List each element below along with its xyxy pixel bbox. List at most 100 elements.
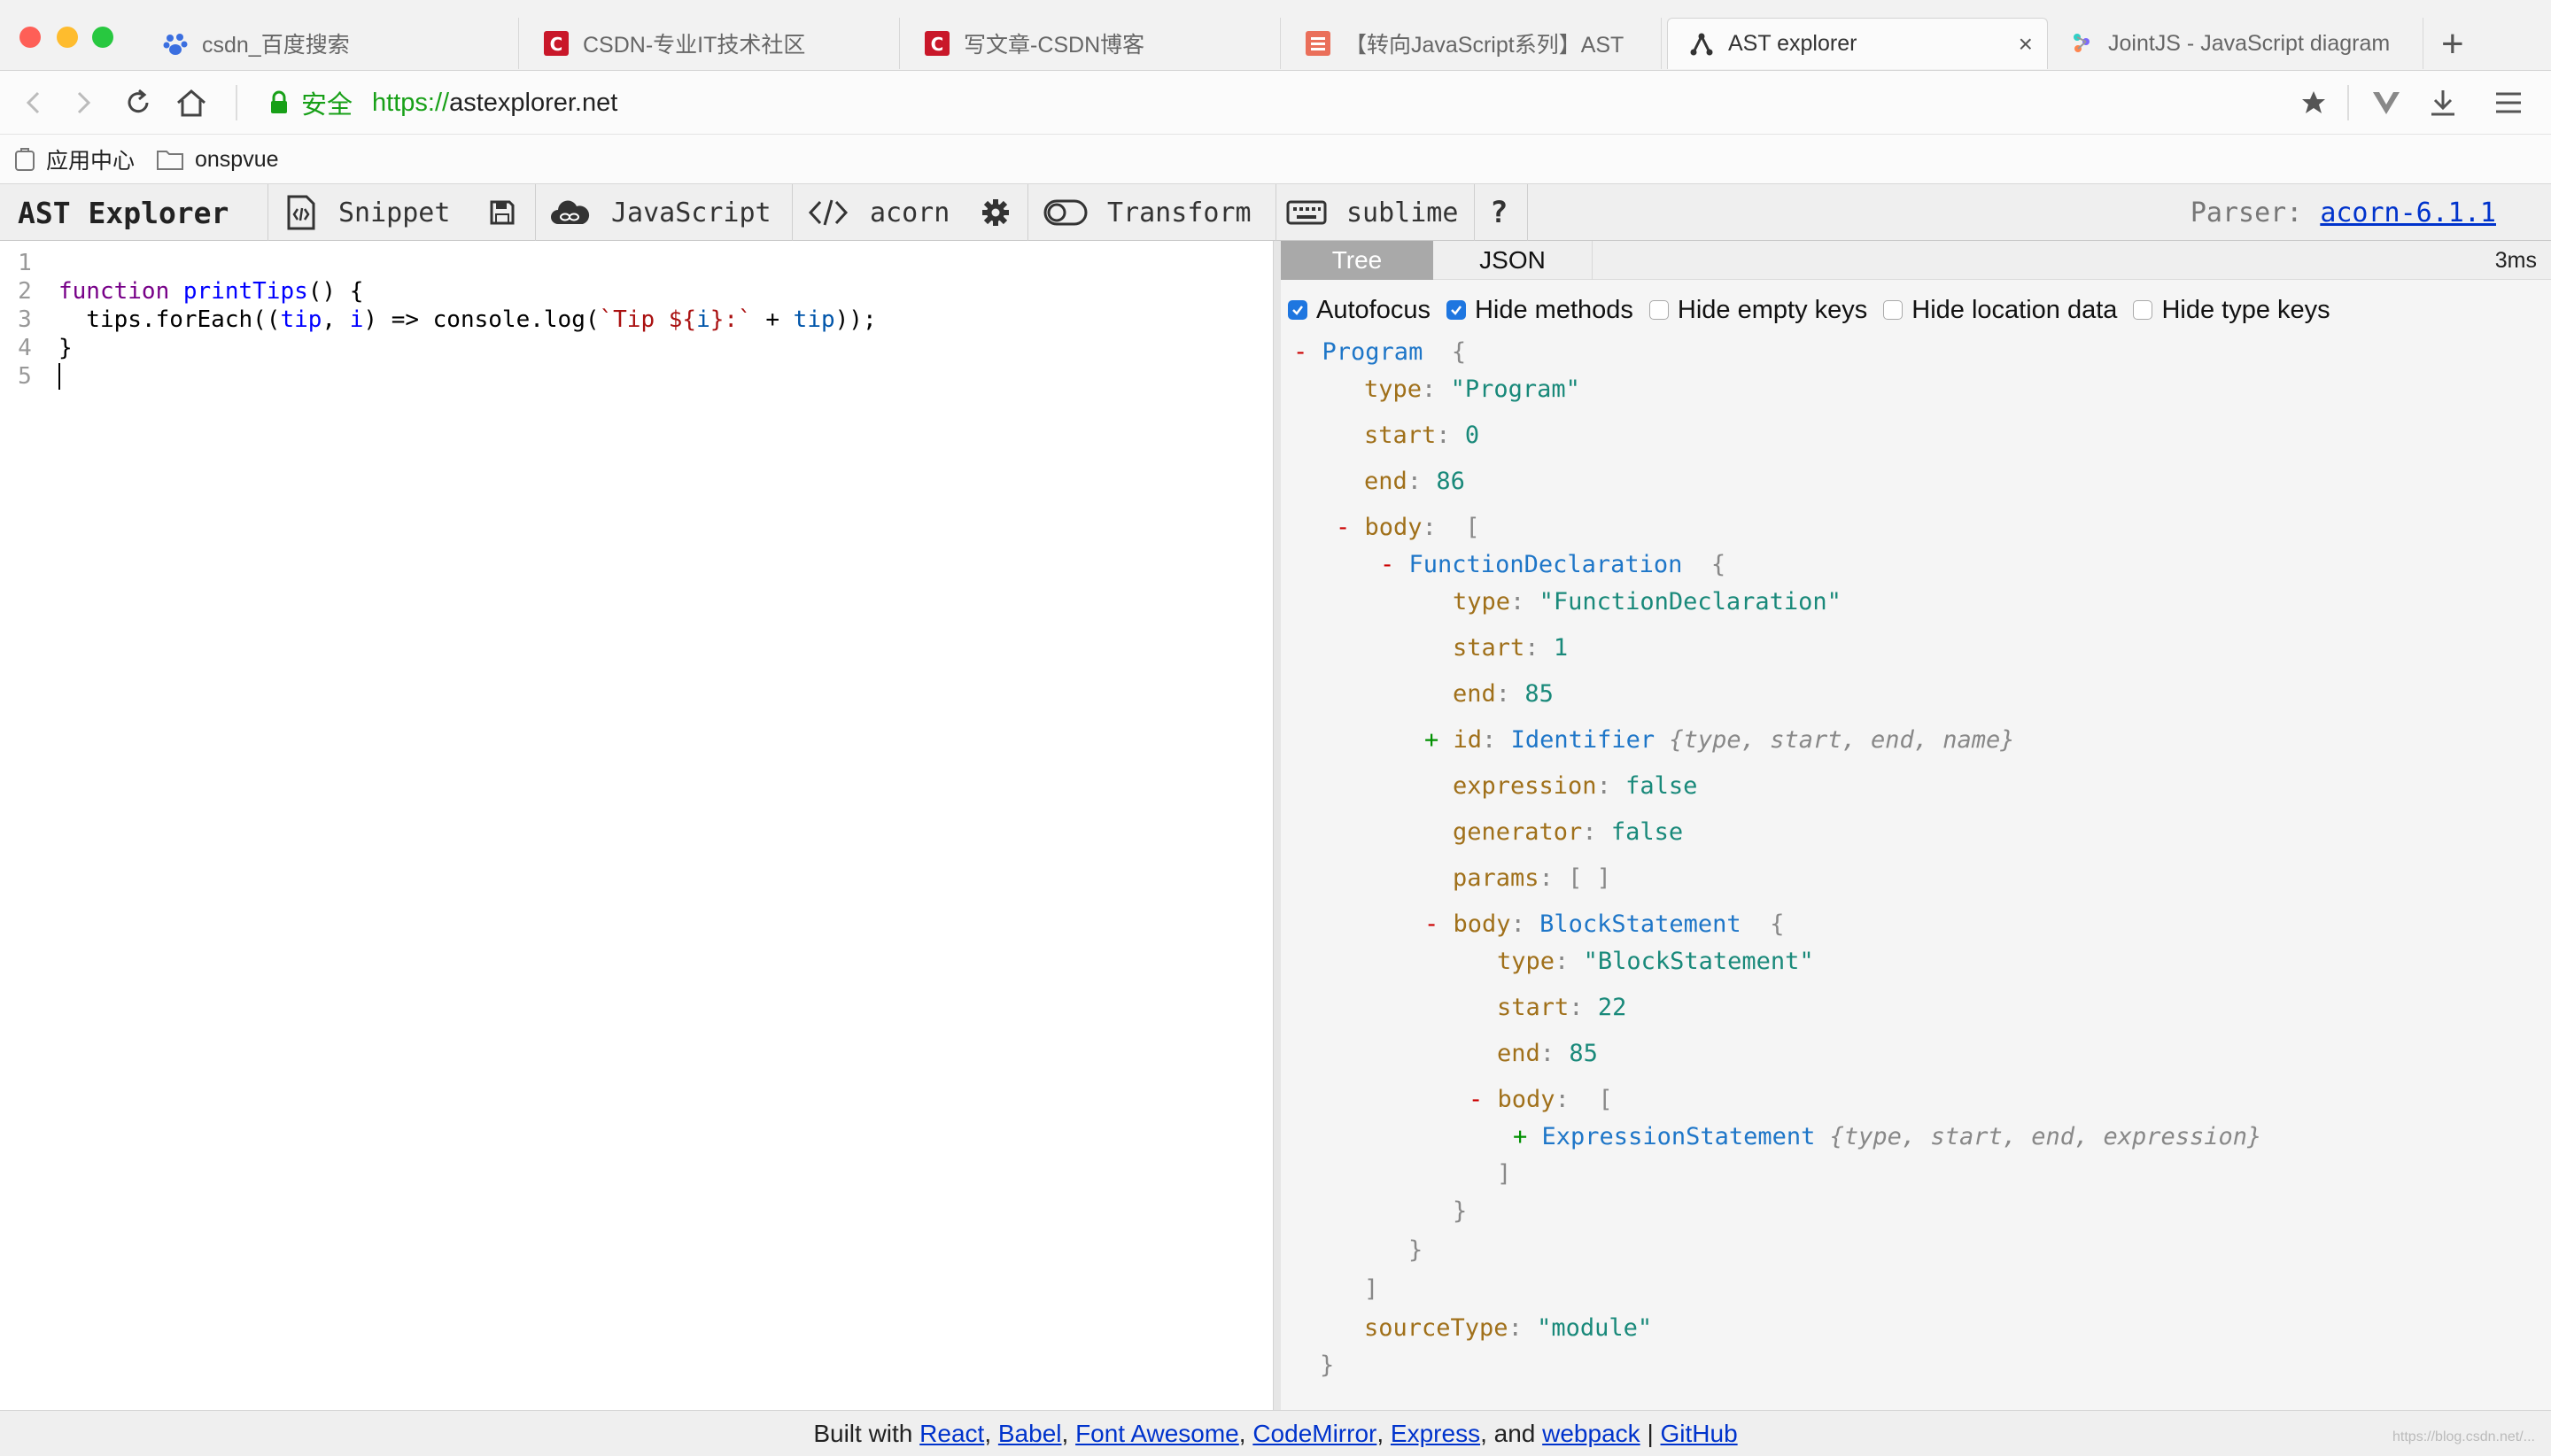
browser-tab[interactable]: csdn_百度搜索 <box>142 18 519 69</box>
parser-version-link[interactable]: acorn-6.1.1 <box>2320 197 2496 228</box>
property-value: false <box>1625 772 1698 800</box>
collapse-toggle[interactable]: - <box>1293 338 1307 366</box>
vue-devtools-icon[interactable] <box>2367 83 2406 122</box>
footer-separator: | <box>1647 1419 1654 1447</box>
option-label: Hide methods <box>1474 295 1633 324</box>
code-editor[interactable]: 1 2 3 4 5 function printTips() { tips.fo… <box>0 241 1274 1410</box>
code-line: tips.forEach((tip, i) => console.log(`Ti… <box>58 306 877 333</box>
menu-hamburger-icon[interactable] <box>2489 83 2528 122</box>
expand-toggle[interactable]: + <box>1424 726 1438 754</box>
tree-node-identifier[interactable]: + id: Identifier {type, start, end, name… <box>1424 726 2015 754</box>
app-toolbar: AST Explorer Snippet JavaScript acorn Tr… <box>0 184 2551 241</box>
browser-tab-active[interactable]: AST explorer × <box>1667 18 2048 69</box>
divider <box>535 184 536 241</box>
bookmark-star-icon[interactable] <box>2294 83 2333 122</box>
tree-property: generator: false <box>1453 818 1684 846</box>
window-close-button[interactable] <box>19 27 41 48</box>
bookmark-label: onspvue <box>195 146 279 172</box>
transform-toggle[interactable]: Transform <box>1043 184 1252 241</box>
line-number: 3 <box>18 306 32 333</box>
bookmark-item[interactable]: 应用中心 <box>14 145 135 174</box>
node-name: ExpressionStatement <box>1541 1123 1816 1150</box>
tree-node-function-declaration[interactable]: - FunctionDeclaration { <box>1380 551 1725 578</box>
new-tab-button[interactable]: + <box>2441 19 2464 69</box>
node-summary: {type, start, end, name} <box>1669 726 2015 754</box>
download-icon[interactable] <box>2423 83 2462 122</box>
browser-tab[interactable]: C CSDN-专业IT技术社区 <box>523 18 900 69</box>
tab-label: JointJS - JavaScript diagram <box>2108 30 2391 56</box>
collapse-toggle[interactable]: - <box>1424 910 1438 938</box>
option-hide-location-data[interactable]: Hide location data <box>1883 296 2117 325</box>
back-arrow-icon[interactable] <box>14 83 53 122</box>
footer-link-font-awesome[interactable]: Font Awesome <box>1075 1420 1239 1448</box>
forward-arrow-icon[interactable] <box>64 83 103 122</box>
parser-settings-button[interactable] <box>981 184 1010 241</box>
toggle-off-icon <box>1043 199 1088 226</box>
footer-link-webpack[interactable]: webpack <box>1542 1420 1640 1448</box>
tab-tree[interactable]: Tree <box>1281 241 1433 280</box>
footer-link-codemirror[interactable]: CodeMirror <box>1252 1420 1376 1448</box>
home-icon[interactable] <box>172 83 211 122</box>
collapse-toggle[interactable]: - <box>1380 551 1394 578</box>
keymap-menu[interactable]: sublime <box>1286 184 1458 241</box>
tree-node-block-statement[interactable]: - body: BlockStatement { <box>1424 910 1784 938</box>
app-brand: AST Explorer <box>18 195 229 230</box>
help-icon: ? <box>1490 195 1508 230</box>
option-hide-methods[interactable]: Hide methods <box>1446 296 1633 325</box>
option-hide-type-keys[interactable]: Hide type keys <box>2133 296 2330 325</box>
footer-link-express[interactable]: Express <box>1391 1420 1480 1448</box>
variable-token: tip <box>793 306 835 333</box>
folder-icon <box>156 148 184 171</box>
text-cursor <box>58 363 60 390</box>
browser-tab[interactable]: C 写文章-CSDN博客 <box>903 18 1281 69</box>
footer-link-react[interactable]: React <box>919 1420 984 1448</box>
bookmark-item[interactable]: onspvue <box>156 145 279 174</box>
tree-node-expression-statement[interactable]: + ExpressionStatement {type, start, end,… <box>1513 1123 2261 1150</box>
checkbox-checked[interactable] <box>1446 300 1466 320</box>
expand-toggle[interactable]: + <box>1513 1123 1527 1150</box>
url-host: astexplorer.net <box>449 88 618 117</box>
tab-json[interactable]: JSON <box>1433 241 1593 280</box>
keymap-label: sublime <box>1346 197 1459 228</box>
collapse-toggle[interactable]: - <box>1336 514 1350 541</box>
window-minimize-button[interactable] <box>57 27 78 48</box>
lock-icon <box>269 90 289 115</box>
browser-tab[interactable]: JointJS - JavaScript diagram <box>2048 18 2423 69</box>
tree-property: sourceType: "module" <box>1364 1314 1653 1342</box>
variable-token: i <box>696 306 710 333</box>
checkbox-checked[interactable] <box>1288 300 1307 320</box>
option-autofocus[interactable]: Autofocus <box>1288 296 1431 325</box>
parse-time: 3ms <box>2494 248 2537 273</box>
option-hide-empty-keys[interactable]: Hide empty keys <box>1648 295 1868 325</box>
checkbox-unchecked[interactable] <box>2133 300 2153 320</box>
collapse-toggle[interactable]: - <box>1469 1086 1483 1113</box>
option-label: Hide empty keys <box>1677 295 1868 324</box>
footer-link-github[interactable]: GitHub <box>1661 1420 1738 1448</box>
option-label: Autofocus <box>1316 295 1431 324</box>
footer-link-babel[interactable]: Babel <box>998 1420 1062 1448</box>
tree-property: expression: false <box>1453 772 1698 800</box>
checkbox-unchecked[interactable] <box>1648 300 1669 320</box>
tree-property-array[interactable]: - body: [ <box>1469 1086 1613 1113</box>
gear-icon <box>981 198 1010 227</box>
tree-property: start: 1 <box>1453 634 1569 662</box>
svg-text:C: C <box>550 34 563 55</box>
tree-node-program[interactable]: - Program { <box>1293 338 1466 366</box>
tree-property-array[interactable]: - body: [ <box>1336 514 1480 541</box>
help-button[interactable]: ? <box>1490 184 1508 241</box>
parser-menu[interactable]: acorn <box>808 184 950 241</box>
checkbox-unchecked[interactable] <box>1883 300 1904 320</box>
language-menu[interactable]: JavaScript <box>549 184 772 241</box>
window-maximize-button[interactable] <box>92 27 113 48</box>
snippet-menu[interactable]: Snippet <box>285 184 450 241</box>
closing-brace: } <box>1408 1236 1423 1264</box>
save-button[interactable] <box>489 184 516 241</box>
watermark: https://blog.csdn.net/... <box>2392 1429 2535 1444</box>
browser-tab[interactable]: 【转向JavaScript系列】AST <box>1284 18 1662 69</box>
panel-splitter[interactable] <box>1274 241 1281 1410</box>
property-value: "Program" <box>1450 376 1580 403</box>
footer-prefix: Built with <box>813 1419 913 1447</box>
reload-icon[interactable] <box>119 83 158 122</box>
address-bar[interactable]: 安全 https:// astexplorer.net <box>269 87 618 120</box>
close-tab-icon[interactable]: × <box>2019 30 2033 58</box>
